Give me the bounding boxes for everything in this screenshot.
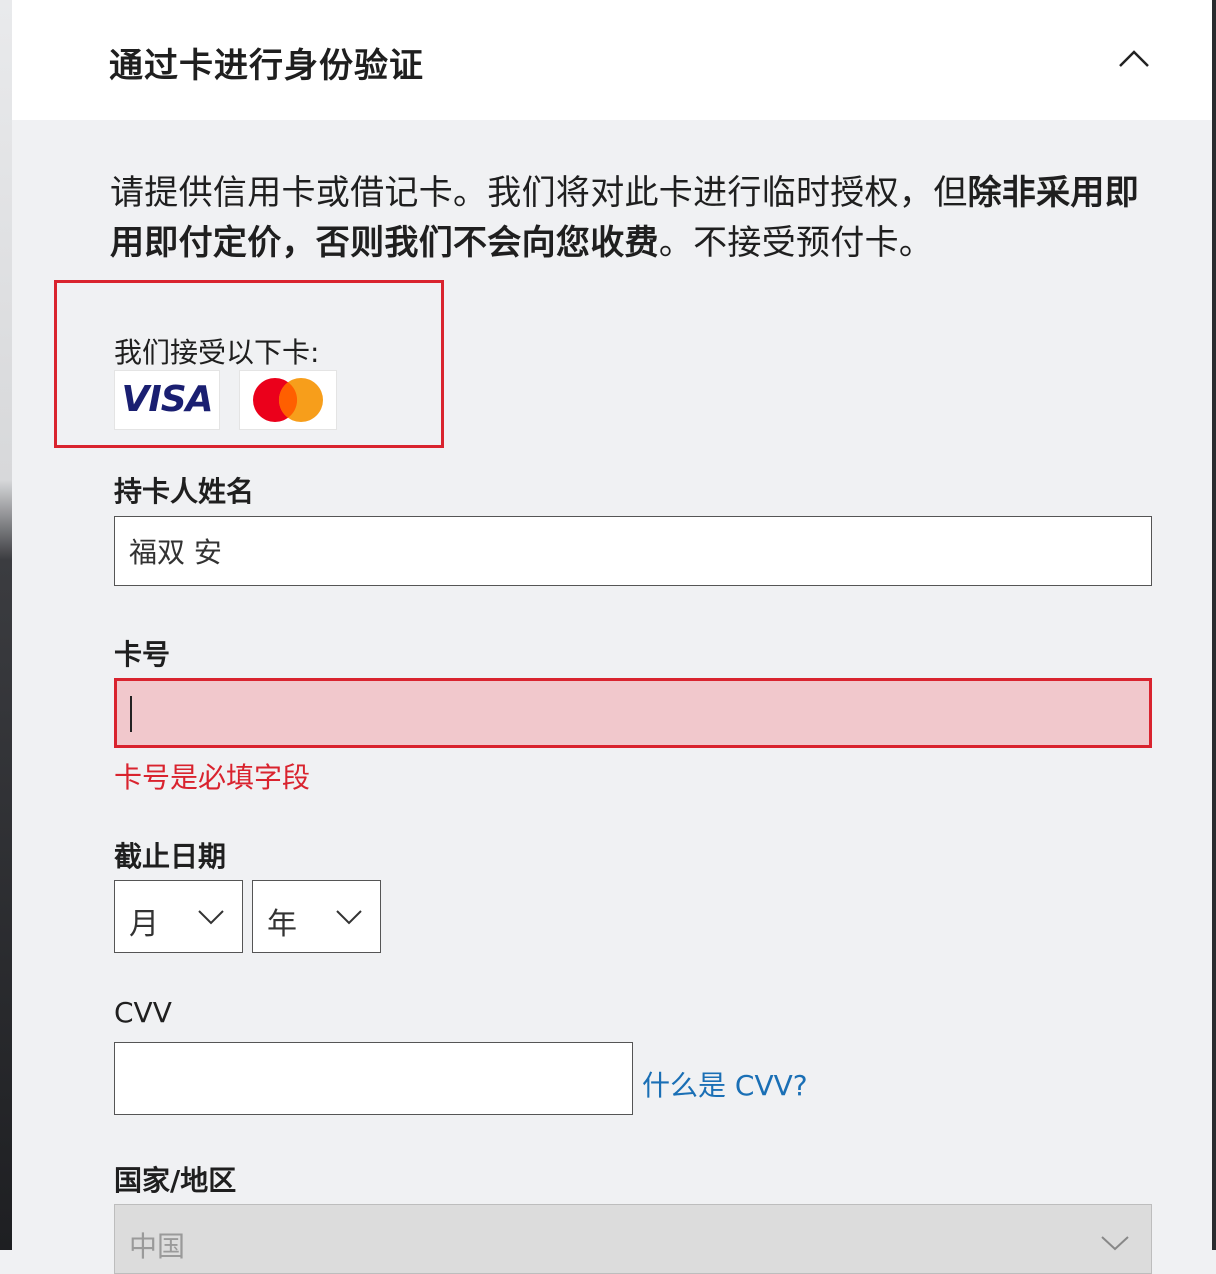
chevron-up-icon[interactable]	[1118, 42, 1150, 74]
card-number-error: 卡号是必填字段	[114, 761, 311, 794]
mastercard-logo	[239, 370, 337, 430]
intro-text-tail: 。不接受预付卡。	[658, 223, 934, 263]
cvv-input[interactable]	[114, 1042, 633, 1115]
intro-text-normal: 请提供信用卡或借记卡。我们将对此卡进行临时授权，但	[110, 173, 968, 213]
mastercard-icon	[253, 378, 323, 422]
section-title: 通过卡进行身份验证	[109, 46, 424, 86]
visa-logo-text: VISA	[121, 379, 213, 420]
accepted-cards-label: 我们接受以下卡:	[114, 336, 320, 369]
cardholder-name-input[interactable]	[114, 516, 1152, 586]
cardholder-label: 持卡人姓名	[114, 475, 255, 508]
window-edge-left	[0, 0, 12, 1250]
expiry-month-select[interactable]: 月	[114, 880, 243, 953]
visa-logo: VISA	[114, 370, 220, 430]
country-value: 中国	[129, 1230, 186, 1263]
chevron-down-icon	[1101, 1236, 1129, 1251]
cvv-label: CVV	[114, 996, 172, 1029]
country-label: 国家/地区	[114, 1164, 237, 1197]
expiry-year-value: 年	[267, 907, 297, 942]
text-cursor	[130, 696, 132, 732]
card-number-input[interactable]	[114, 678, 1152, 748]
expiry-label: 截止日期	[114, 840, 227, 873]
intro-text: 请提供信用卡或借记卡。我们将对此卡进行临时授权，但除非采用即用即付定价，否则我们…	[110, 168, 1170, 268]
card-number-label: 卡号	[114, 638, 171, 671]
expiry-year-select[interactable]: 年	[252, 880, 381, 953]
country-select[interactable]: 中国	[114, 1204, 1152, 1274]
window-edge-right	[1212, 0, 1216, 1250]
chevron-down-icon	[336, 910, 362, 925]
expiry-month-value: 月	[129, 907, 159, 942]
chevron-down-icon	[198, 910, 224, 925]
section-header[interactable]: 通过卡进行身份验证	[12, 0, 1212, 120]
cvv-help-link[interactable]: 什么是 CVV?	[642, 1064, 808, 1104]
